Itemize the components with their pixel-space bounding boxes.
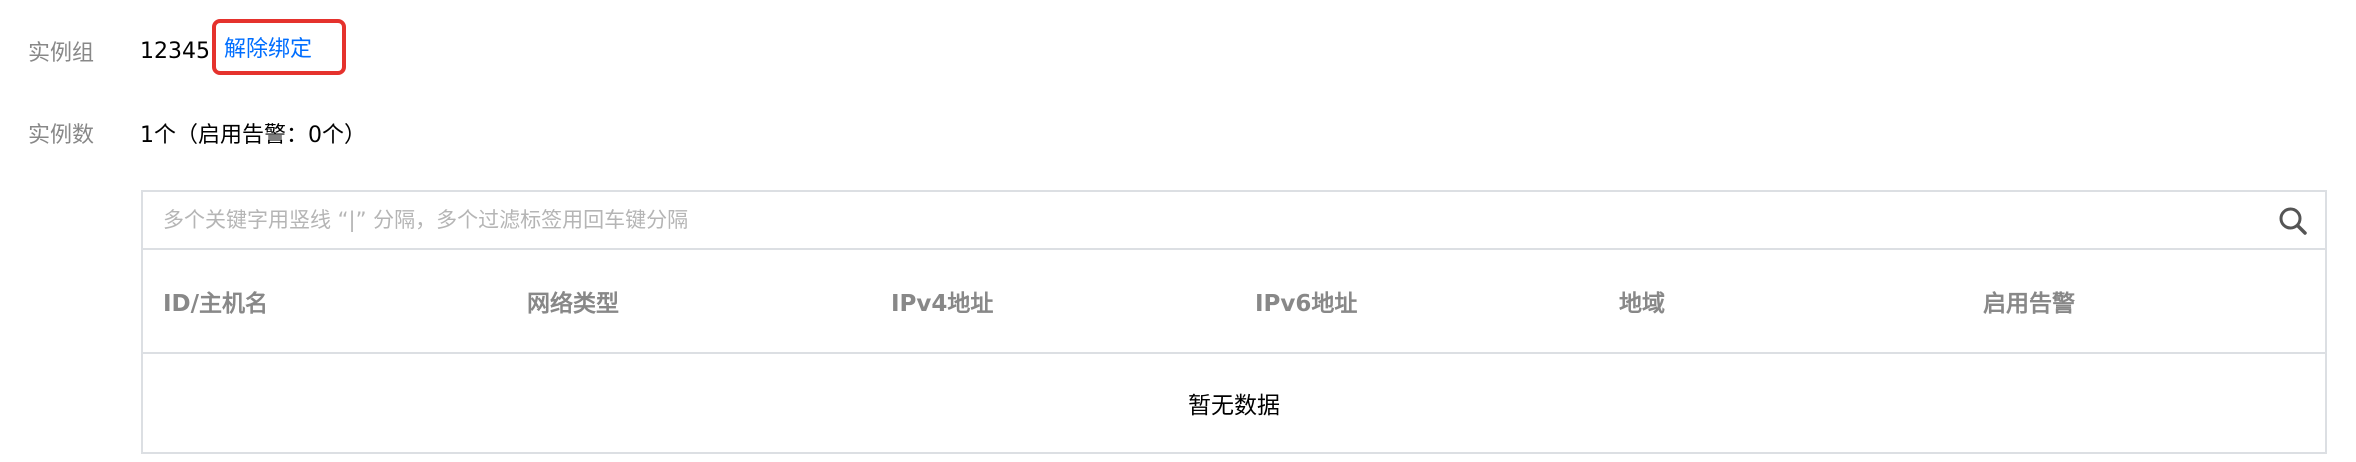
instance-group-value: 12345 — [140, 38, 210, 64]
column-header-network-type: 网络类型 — [527, 291, 619, 317]
empty-state-text: 暂无数据 — [1188, 393, 1280, 419]
instance-count-label: 实例数 — [28, 123, 95, 148]
search-input[interactable] — [143, 191, 2245, 249]
column-header-ipv6: IPv6地址 — [1255, 291, 1358, 317]
instance-group-label: 实例组 — [28, 41, 95, 66]
column-header-ipv4: IPv4地址 — [891, 291, 994, 317]
search-icon[interactable] — [2277, 205, 2309, 237]
instance-table-panel: ID/主机名 网络类型 IPv4地址 IPv6地址 地域 启用告警 暂无数据 — [141, 190, 2327, 454]
unbind-highlight-box: 解除绑定 — [212, 19, 346, 75]
table-header: ID/主机名 网络类型 IPv4地址 IPv6地址 地域 启用告警 — [143, 250, 2325, 354]
column-header-alarm-enabled: 启用告警 — [1983, 291, 2075, 317]
column-header-region: 地域 — [1619, 291, 1665, 317]
table-body: 暂无数据 — [143, 354, 2325, 452]
unbind-link[interactable]: 解除绑定 — [224, 31, 312, 63]
search-bar — [143, 191, 2325, 250]
column-header-id-hostname: ID/主机名 — [163, 291, 269, 317]
instance-count-value: 1个（启用告警：0个） — [140, 123, 366, 148]
